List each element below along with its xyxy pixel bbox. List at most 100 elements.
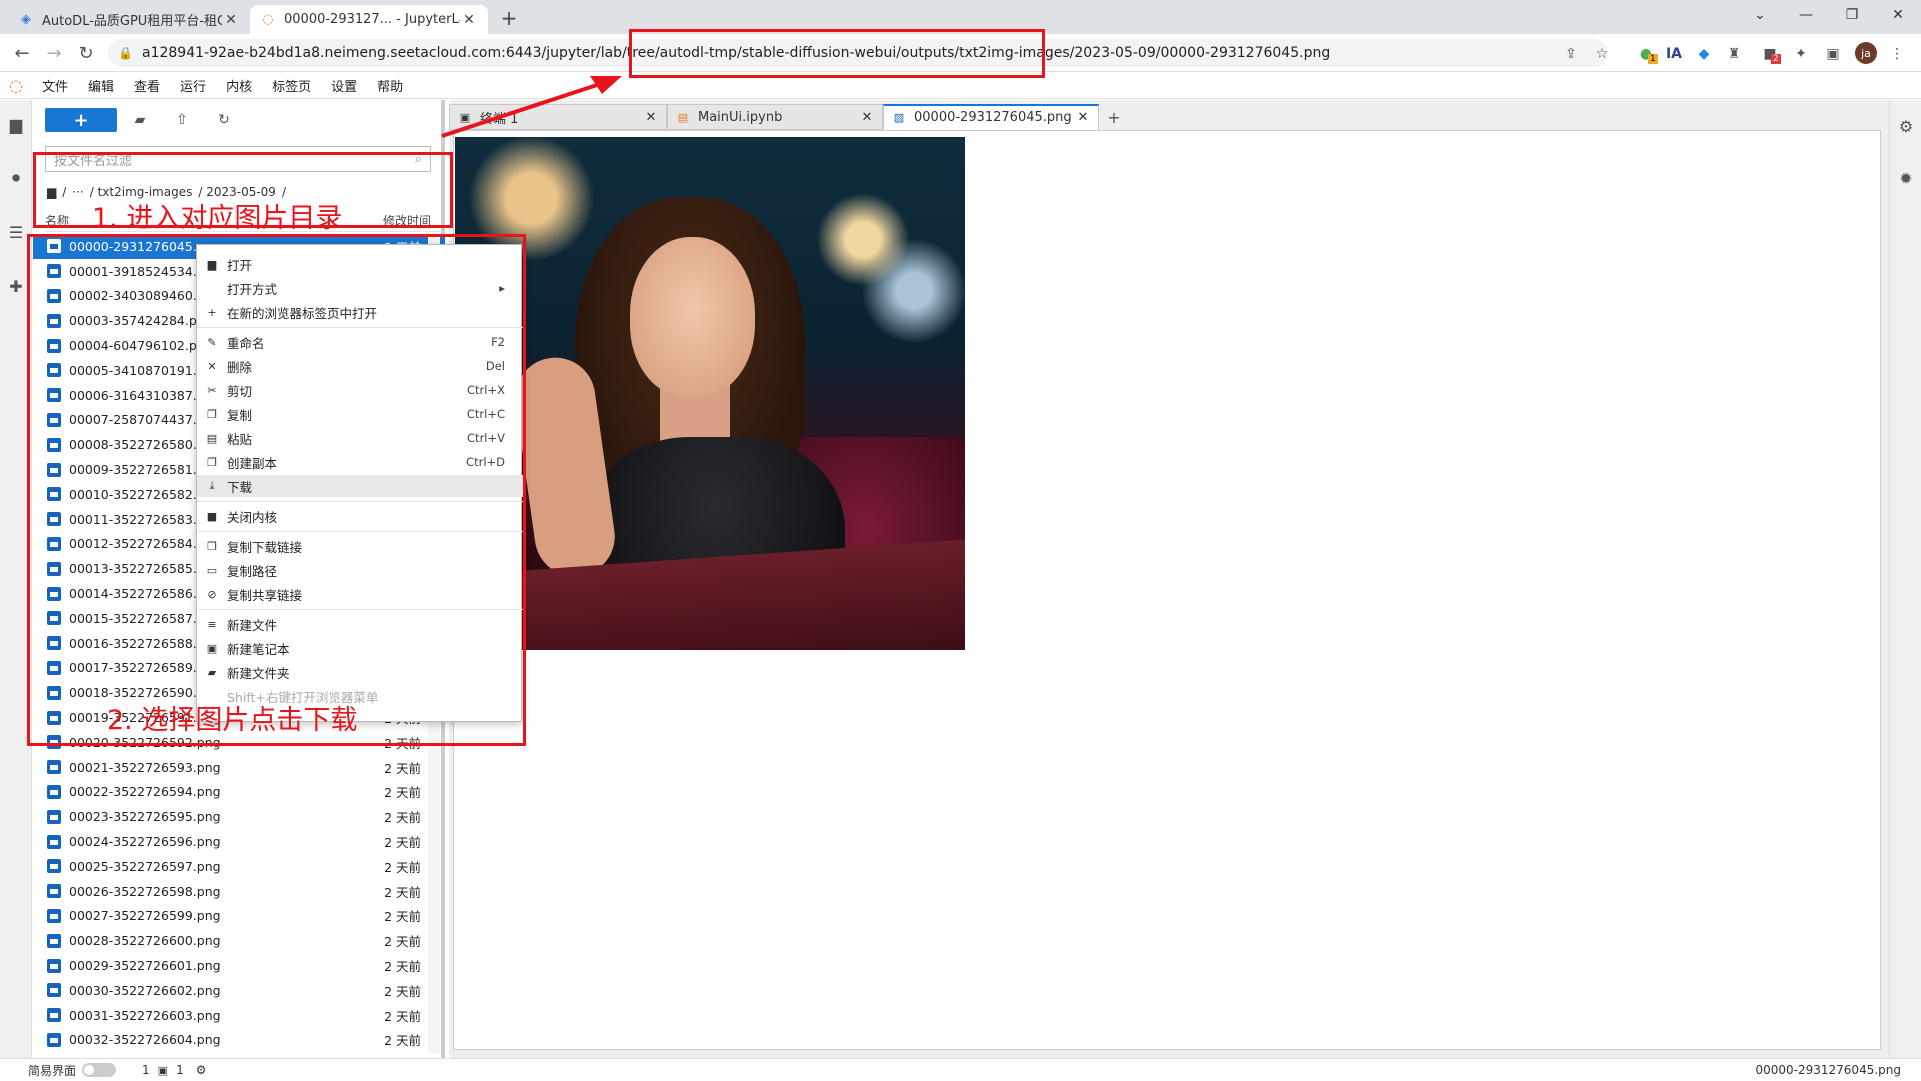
menu-settings[interactable]: 设置 <box>321 76 367 95</box>
file-name: 00031-3522726603.png <box>69 1007 221 1023</box>
back-button[interactable]: ← <box>8 40 36 66</box>
browser-tab-jupyterlab[interactable]: ◌ 00000-293127... - JupyterLab ✕ <box>250 5 488 34</box>
file-row[interactable]: 00027-3522726599.png 2 天前 <box>33 904 445 929</box>
puzzle-icon[interactable]: ✦ <box>1791 44 1811 64</box>
close-tab-icon[interactable]: ✕ <box>460 12 478 28</box>
annotation-arrow <box>441 76 622 138</box>
image-icon: ▧ <box>893 111 905 124</box>
file-row[interactable]: 00028-3522726600.png 2 天前 <box>33 928 445 953</box>
profile-avatar[interactable]: ja <box>1855 42 1877 64</box>
menu-help[interactable]: 帮助 <box>367 76 413 95</box>
table-of-contents-icon[interactable]: ☰ <box>4 220 28 244</box>
simple-mode-label: 简易界面 <box>28 1063 77 1078</box>
close-icon[interactable]: ✕ <box>644 110 658 125</box>
add-tab-button[interactable]: + <box>1103 106 1125 128</box>
image-file-icon <box>47 983 61 998</box>
kernel-status-icon[interactable]: ⚙ <box>196 1063 207 1077</box>
file-name: 00027-3522726599.png <box>69 908 221 924</box>
ia-extension-icon[interactable]: IA <box>1664 44 1684 64</box>
tab-image-viewer[interactable]: ▧ 00000-2931276045.png ✕ <box>883 104 1099 130</box>
menu-file[interactable]: 文件 <box>32 76 78 95</box>
menu-kernel[interactable]: 内核 <box>216 76 262 95</box>
browser-tab-title: AutoDL-品质GPU租用平台-租G <box>42 14 222 29</box>
generated-portrait-image <box>455 137 965 650</box>
file-name: 00022-3522726594.png <box>69 784 221 800</box>
close-icon[interactable]: ✕ <box>1076 110 1090 125</box>
file-name: 00024-3522726596.png <box>69 834 221 850</box>
running-sessions-icon[interactable]: ⏺ <box>4 166 28 190</box>
close-window-button[interactable]: ✕ <box>1875 0 1921 30</box>
notebook-icon: ▤ <box>677 110 689 124</box>
file-row[interactable]: 00025-3522726597.png 2 天前 <box>33 854 445 879</box>
file-row[interactable]: 00029-3522726601.png 2 天前 <box>33 953 445 978</box>
refresh-icon[interactable]: ↻ <box>213 110 235 130</box>
image-file-icon <box>47 908 61 923</box>
file-row[interactable]: 00022-3522726594.png 2 天前 <box>33 780 445 805</box>
reload-button[interactable]: ↻ <box>72 40 100 66</box>
menu-run[interactable]: 运行 <box>170 76 216 95</box>
autodl-favicon-icon: ◈ <box>21 12 31 27</box>
debugger-icon[interactable]: ✹ <box>1894 166 1918 190</box>
upload-icon[interactable]: ⇧ <box>171 110 193 130</box>
close-icon[interactable]: ✕ <box>860 110 874 125</box>
file-name: 00032-3522726604.png <box>69 1032 221 1048</box>
image-file-icon <box>47 1032 61 1047</box>
file-row[interactable]: 00024-3522726596.png 2 天前 <box>33 829 445 854</box>
file-name: 00026-3522726598.png <box>69 883 221 899</box>
file-name: 00029-3522726601.png <box>69 958 221 973</box>
tab-search-icon[interactable]: ⌄ <box>1737 0 1783 30</box>
download-highlight-box <box>27 234 526 746</box>
browser-tab-autodl[interactable]: ◈ AutoDL-品质GPU租用平台-租G ✕ <box>8 5 250 34</box>
image-file-icon <box>47 933 61 948</box>
simple-mode-toggle[interactable] <box>82 1063 117 1077</box>
menu-tabs[interactable]: 标签页 <box>262 76 321 95</box>
file-row[interactable]: 00032-3522726604.png 2 天前 <box>33 1028 445 1053</box>
kebab-menu-icon[interactable]: ⋮ <box>1887 44 1907 64</box>
status-filename: 00000-2931276045.png <box>1755 1063 1901 1077</box>
side-panel-icon[interactable]: ▣ <box>1823 44 1843 64</box>
file-name: 00025-3522726597.png <box>69 858 221 874</box>
image-file-icon <box>47 1008 61 1023</box>
extensions-icon[interactable]: ✚ <box>4 274 28 298</box>
image-file-icon <box>47 834 61 849</box>
file-name: 00021-3522726593.png <box>69 759 221 775</box>
share-icon[interactable]: ⇪ <box>1561 44 1581 64</box>
file-row[interactable]: 00021-3522726593.png 2 天前 <box>33 755 445 780</box>
menu-view[interactable]: 查看 <box>124 76 170 95</box>
url-highlight-box <box>629 29 1045 78</box>
restore-button[interactable]: ❐ <box>1829 0 1875 30</box>
menu-edit[interactable]: 编辑 <box>78 76 124 95</box>
tab-title: MainUi.ipynb <box>698 109 783 125</box>
terminal-icon: ▣ <box>157 1063 169 1077</box>
tab-title: 00000-2931276045.png <box>914 110 1072 125</box>
forward-button[interactable]: → <box>40 40 68 66</box>
file-name: 00028-3522726600.png <box>69 933 221 949</box>
file-row[interactable]: 00026-3522726598.png 2 天前 <box>33 879 445 904</box>
property-inspector-icon[interactable]: ⚙ <box>1894 114 1918 138</box>
image-file-icon <box>47 958 61 973</box>
file-row[interactable]: 00030-3522726602.png 2 天前 <box>33 978 445 1003</box>
close-tab-icon[interactable]: ✕ <box>222 12 240 28</box>
image-file-icon <box>47 784 61 799</box>
image-file-icon <box>47 884 61 899</box>
file-name: 00030-3522726602.png <box>69 982 221 998</box>
jupyter-favicon-icon: ◌ <box>262 12 274 27</box>
new-tab-button[interactable]: + <box>497 6 521 30</box>
extension-icon[interactable]: ♜ <box>1724 44 1744 64</box>
image-file-icon <box>47 809 61 824</box>
new-folder-icon[interactable]: ▰ <box>129 110 151 130</box>
lock-icon: 🔒 <box>118 46 133 60</box>
tab-mainui-notebook[interactable]: ▤ MainUi.ipynb ✕ <box>667 104 883 130</box>
minimize-button[interactable]: — <box>1783 0 1829 30</box>
folder-icon[interactable]: ▆ <box>4 112 28 136</box>
extension-icon[interactable]: ◆ <box>1694 44 1714 64</box>
jupyter-logo-icon: ◌ <box>9 76 23 95</box>
status-bar: 简易界面 1 ▣ 1 ⚙ 00000-2931276045.png <box>0 1058 1921 1081</box>
new-launcher-button[interactable]: + <box>45 108 117 132</box>
extension-badge: 1 <box>1648 54 1658 64</box>
bookmark-star-icon[interactable]: ☆ <box>1592 44 1612 64</box>
file-row[interactable]: 00031-3522726603.png 2 天前 <box>33 1003 445 1028</box>
file-row[interactable]: 00023-3522726595.png 2 天前 <box>33 804 445 829</box>
kernel-count: 1 <box>142 1063 150 1077</box>
extension-badge: 2 <box>1771 54 1781 64</box>
